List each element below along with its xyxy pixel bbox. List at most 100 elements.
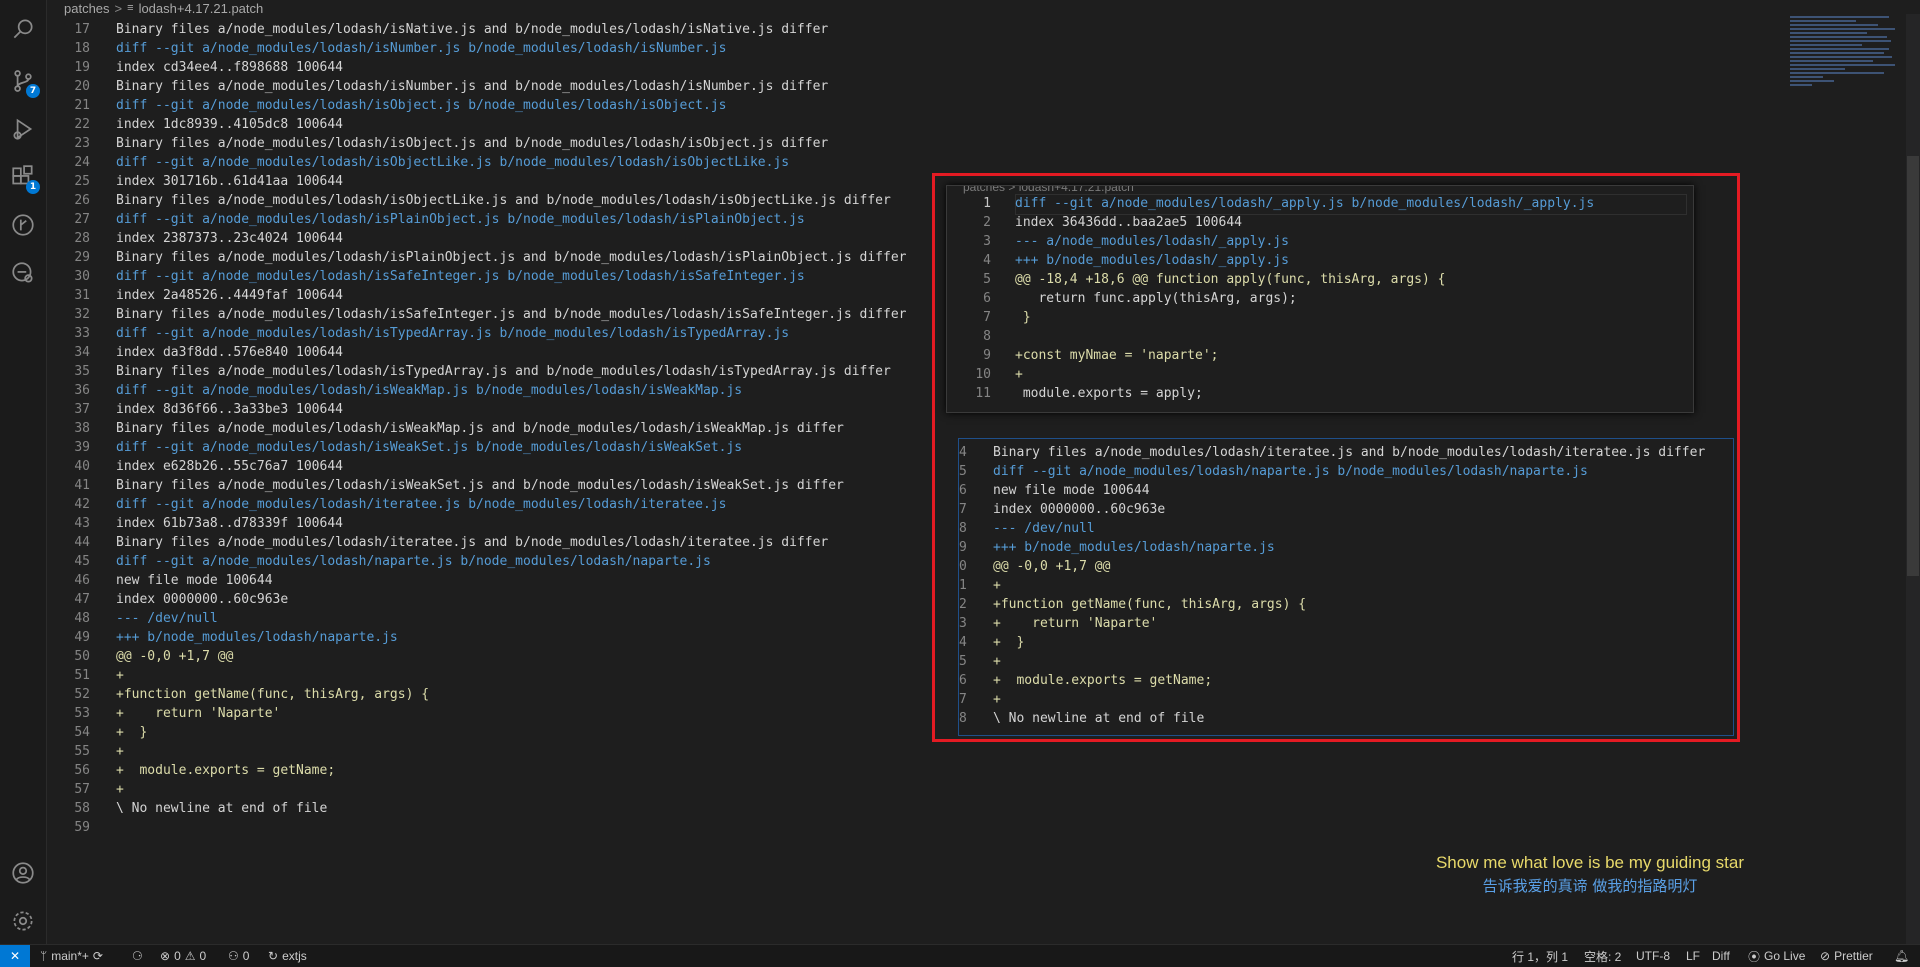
code-line[interactable]: 37 index 8d36f66..3a33be3 100644 [46, 400, 946, 419]
breadcrumb-folder[interactable]: patches [64, 1, 110, 16]
code-line[interactable]: 30 diff --git a/node_modules/lodash/isSaf… [46, 267, 946, 286]
peek-popup-apply[interactable]: patches > lodash+4.17.21.patch 1 diff --g… [946, 185, 1694, 413]
code-line[interactable]: 41 Binary files a/node_modules/lodash/isW… [46, 476, 946, 495]
line-number: 5 [959, 654, 967, 669]
code-line[interactable]: 48 --- /dev/null [46, 609, 946, 628]
ports-indicator[interactable]: ⚇ 0 [228, 945, 249, 967]
code-text: @@ -0,0 +1,7 @@ [993, 559, 1111, 574]
remote-explorer-icon[interactable] [0, 250, 46, 296]
code-line[interactable]: 21 diff --git a/node_modules/lodash/isObj… [46, 96, 946, 115]
code-line[interactable]: 34 index da3f8dd..576e840 100644 [46, 343, 946, 362]
line-number: 8 [959, 711, 967, 726]
code-line[interactable]: 36 diff --git a/node_modules/lodash/isWea… [46, 381, 946, 400]
line-number: 33 [74, 326, 90, 341]
source-control-badge: 7 [26, 84, 40, 98]
line-number: 4 [959, 445, 967, 460]
code-text: + [116, 668, 124, 683]
scrollbar-thumb[interactable] [1907, 156, 1919, 576]
line-ending[interactable]: LF [1686, 945, 1700, 967]
code-line[interactable]: 40 index e628b26..55c76a7 100644 [46, 457, 946, 476]
remote-indicator-icon[interactable]: ✕ [0, 945, 30, 967]
code-text: Binary files a/node_modules/lodash/isNat… [116, 22, 829, 37]
code-text: diff --git a/node_modules/lodash/isPlain… [116, 212, 805, 227]
code-line[interactable]: 42 diff --git a/node_modules/lodash/itera… [46, 495, 946, 514]
code-text: + module.exports = getName; [993, 673, 1213, 688]
git-graph-status-icon[interactable]: ⚆ [132, 945, 143, 967]
code-line[interactable]: 59 [46, 818, 946, 837]
line-number: 5 [983, 272, 991, 287]
code-line[interactable]: 29 Binary files a/node_modules/lodash/isP… [46, 248, 946, 267]
run-debug-icon[interactable] [0, 106, 46, 152]
code-line[interactable]: 19 index cd34ee4..f898688 100644 [46, 58, 946, 77]
code-line[interactable]: 47 index 0000000..60c963e [46, 590, 946, 609]
code-line[interactable]: 20 Binary files a/node_modules/lodash/isN… [46, 77, 946, 96]
line-number: 55 [74, 744, 90, 759]
extensions-icon[interactable]: 1 [0, 154, 46, 200]
code-line[interactable]: 26 Binary files a/node_modules/lodash/isO… [46, 191, 946, 210]
explorer-search-icon[interactable] [0, 6, 46, 52]
code-text: Binary files a/node_modules/lodash/isNum… [116, 79, 829, 94]
account-icon[interactable] [0, 850, 46, 896]
prettier-button[interactable]: ⊘ Prettier [1820, 945, 1873, 967]
code-line[interactable]: 35 Binary files a/node_modules/lodash/isT… [46, 362, 946, 381]
code-line[interactable]: 25 index 301716b..61d41aa 100644 [46, 172, 946, 191]
code-line[interactable]: 39 diff --git a/node_modules/lodash/isWea… [46, 438, 946, 457]
code-line[interactable]: 27 diff --git a/node_modules/lodash/isPla… [46, 210, 946, 229]
error-icon: ⊗ [160, 949, 171, 963]
code-line[interactable]: 24 diff --git a/node_modules/lodash/isObj… [46, 153, 946, 172]
code-text: diff --git a/node_modules/lodash/isSafeI… [116, 269, 805, 284]
code-line[interactable]: 56 + module.exports = getName; [46, 761, 946, 780]
line-number: 2 [983, 215, 991, 230]
cursor-position[interactable]: 行 1，列 1 [1512, 945, 1568, 967]
breadcrumb-file[interactable]: lodash+4.17.21.patch [139, 1, 264, 16]
source-control-icon[interactable]: 7 [0, 58, 46, 104]
subtitle-chinese: 告诉我爱的真谛 做我的指路明灯 [1482, 877, 1698, 895]
code-line[interactable]: 57 + [46, 780, 946, 799]
code-text: diff --git a/node_modules/lodash/isNumbe… [116, 41, 727, 56]
code-text: new file mode 100644 [116, 573, 273, 588]
task-indicator[interactable]: ↻ extjs [268, 945, 307, 967]
code-line[interactable]: 33 diff --git a/node_modules/lodash/isTyp… [46, 324, 946, 343]
settings-gear-icon[interactable] [0, 898, 46, 944]
language-mode[interactable]: Diff [1712, 945, 1730, 967]
sync-icon: ⟳ [92, 949, 103, 963]
indentation[interactable]: 空格: 2 [1584, 945, 1621, 967]
line-number: 54 [74, 725, 90, 740]
code-line[interactable]: 54 + } [46, 723, 946, 742]
notifications-bell-icon[interactable]: 🔔︎ [1894, 945, 1909, 967]
peek-popup-naparte[interactable]: 4 Binary files a/node_modules/lodash/iter… [958, 438, 1734, 736]
code-line[interactable]: 55 + [46, 742, 946, 761]
code-line[interactable]: 44 Binary files a/node_modules/lodash/ite… [46, 533, 946, 552]
code-line[interactable]: 45 diff --git a/node_modules/lodash/napar… [46, 552, 946, 571]
problems-indicator[interactable]: ⊗ 0 ⚠ 0 [160, 945, 206, 967]
code-line[interactable]: 49 +++ b/node_modules/lodash/naparte.js [46, 628, 946, 647]
branch-indicator[interactable]: ᛘ main*+ ⟳ [40, 945, 103, 967]
code-line[interactable]: 31 index 2a48526..4449faf 100644 [46, 286, 946, 305]
line-number: 51 [74, 668, 90, 683]
go-live-button[interactable]: ⦿ Go Live [1748, 945, 1805, 967]
git-graph-icon[interactable] [0, 202, 46, 248]
code-text: index 61b73a8..d78339f 100644 [116, 516, 343, 531]
code-text: diff --git a/node_modules/lodash/isTyped… [116, 326, 790, 341]
code-line[interactable]: 22 index 1dc8939..4105dc8 100644 [46, 115, 946, 134]
code-line[interactable]: 23 Binary files a/node_modules/lodash/isO… [46, 134, 946, 153]
code-line[interactable]: 53 + return 'Naparte' [46, 704, 946, 723]
code-line[interactable]: 51 + [46, 666, 946, 685]
code-line[interactable]: 17 Binary files a/node_modules/lodash/isN… [46, 20, 946, 39]
code-line[interactable]: 28 index 2387373..23c4024 100644 [46, 229, 946, 248]
code-line[interactable]: 50 @@ -0,0 +1,7 @@ [46, 647, 946, 666]
code-line[interactable]: 18 diff --git a/node_modules/lodash/isNum… [46, 39, 946, 58]
minimap[interactable] [1790, 14, 1900, 144]
code-line[interactable]: 43 index 61b73a8..d78339f 100644 [46, 514, 946, 533]
code-line[interactable]: 38 Binary files a/node_modules/lodash/isW… [46, 419, 946, 438]
code-line[interactable]: 46 new file mode 100644 [46, 571, 946, 590]
line-number: 1 [959, 578, 967, 593]
code-line[interactable]: 58 \ No newline at end of file [46, 799, 946, 818]
code-line[interactable]: 32 Binary files a/node_modules/lodash/isS… [46, 305, 946, 324]
code-text: Binary files a/node_modules/lodash/isObj… [116, 136, 829, 151]
encoding[interactable]: UTF-8 [1636, 945, 1670, 967]
activity-bar: 7 1 [0, 0, 47, 944]
code-line[interactable]: 52 +function getName(func, thisArg, args)… [46, 685, 946, 704]
code-text: +++ b/node_modules/lodash/naparte.js [116, 630, 398, 645]
code-text: --- /dev/null [116, 611, 218, 626]
